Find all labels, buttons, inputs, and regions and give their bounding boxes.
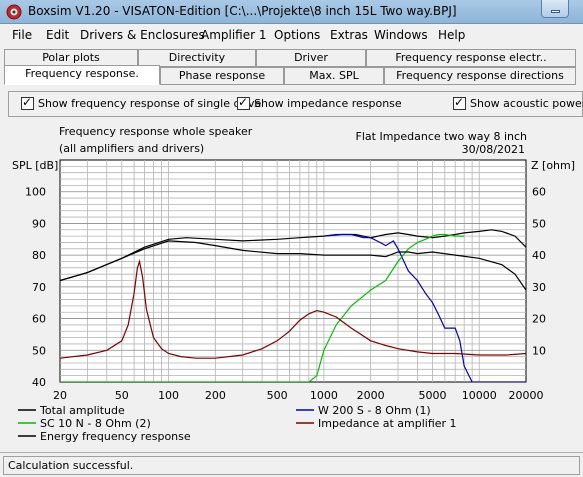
tab-phase-response[interactable]: Phase response — [160, 67, 284, 85]
y-tick-label: 80 — [32, 249, 46, 262]
x-tick-label: 5000 — [418, 389, 446, 402]
impedance-checkbox[interactable] — [237, 95, 250, 110]
menu-amplifier-1[interactable]: Amplifier 1 — [201, 28, 267, 42]
minimize-icon — [551, 10, 560, 13]
legend-label-energy: Energy frequency response — [40, 430, 191, 443]
x-tick-label: 2000 — [357, 389, 385, 402]
y2-tick-label: 10 — [532, 344, 546, 357]
x-tick-label: 500 — [267, 389, 288, 402]
x-tick-label: 200 — [205, 389, 226, 402]
tab-strip: Polar plots Directivity Driver Frequency… — [0, 46, 583, 86]
legend-label-w200: W 200 S - 8 Ohm (1) — [318, 404, 431, 417]
y-tick-label: 60 — [32, 313, 46, 326]
legend-label-imp: Impedance at amplifier 1 — [318, 417, 457, 430]
x-tick-label: 20 — [53, 389, 67, 402]
app-icon — [6, 4, 22, 20]
acoustic-power-checkbox[interactable] — [453, 95, 466, 110]
menu-options[interactable]: Options — [274, 28, 320, 42]
impedance-option[interactable]: Show impedance response — [237, 95, 402, 110]
tab-frequency-response[interactable]: Frequency response. — [4, 65, 160, 85]
x-tick-label: 50 — [115, 389, 129, 402]
legend-label-total: Total amplitude — [39, 404, 125, 417]
title-bar: Boxsim V1.20 - VISATON-Edition [C:\...\P… — [0, 0, 583, 24]
menu-edit[interactable]: Edit — [46, 28, 69, 42]
y2-tick-label: 30 — [532, 281, 546, 294]
single-drive-label: Show frequency response of single drive — [38, 97, 262, 110]
y2-tick-label: 50 — [532, 217, 546, 230]
acoustic-power-option[interactable]: Show acoustic power — [453, 95, 583, 110]
tab-driver[interactable]: Driver — [256, 49, 366, 67]
menu-bar: File Edit Drivers & Enclosures Amplifier… — [0, 24, 583, 46]
single-drive-option[interactable]: Show frequency response of single drive — [21, 95, 262, 110]
tab-frequency-response-electr[interactable]: Frequency response electr.. — [366, 49, 576, 67]
plot-background — [59, 159, 527, 383]
x-tick-label: 20000 — [509, 389, 544, 402]
options-panel: Show frequency response of single drive … — [8, 91, 583, 117]
x-tick-label: 10000 — [462, 389, 497, 402]
menu-extras[interactable]: Extras — [330, 28, 368, 42]
y-tick-label: 90 — [32, 217, 46, 230]
tab-max-spl[interactable]: Max. SPL — [284, 67, 384, 85]
chart-area: Frequency response whole speaker (all am… — [0, 120, 583, 450]
y-tick-label: 100 — [25, 186, 46, 199]
y-tick-label: 70 — [32, 281, 46, 294]
menu-windows[interactable]: Windows — [374, 28, 428, 42]
y-tick-label: 50 — [32, 344, 46, 357]
acoustic-power-label: Show acoustic power — [470, 97, 583, 110]
tab-frequency-response-directions[interactable]: Frequency response directions — [384, 67, 576, 85]
y2-tick-label: 60 — [532, 186, 546, 199]
window-title: Boxsim V1.20 - VISATON-Edition [C:\...\P… — [28, 4, 457, 18]
legend-label-sc10: SC 10 N - 8 Ohm (2) — [40, 417, 151, 430]
y2-tick-label: 20 — [532, 313, 546, 326]
menu-drivers-enclosures[interactable]: Drivers & Enclosures — [80, 28, 205, 42]
y-tick-label: 40 — [32, 376, 46, 389]
y2-tick-label: 40 — [532, 249, 546, 262]
x-tick-label: 1000 — [310, 389, 338, 402]
status-text: Calculation successful. — [3, 456, 580, 475]
minimize-button[interactable] — [541, 0, 569, 18]
menu-file[interactable]: File — [12, 28, 32, 42]
impedance-label: Show impedance response — [254, 97, 402, 110]
single-drive-checkbox[interactable] — [21, 95, 34, 110]
frequency-response-chart: 20 50 100 200 500 1000 2000 5000 10000 20000 40 50 6… — [18, 159, 546, 443]
status-bar: Calculation successful. — [0, 452, 583, 477]
menu-help[interactable]: Help — [438, 28, 465, 42]
x-tick-label: 100 — [158, 389, 179, 402]
